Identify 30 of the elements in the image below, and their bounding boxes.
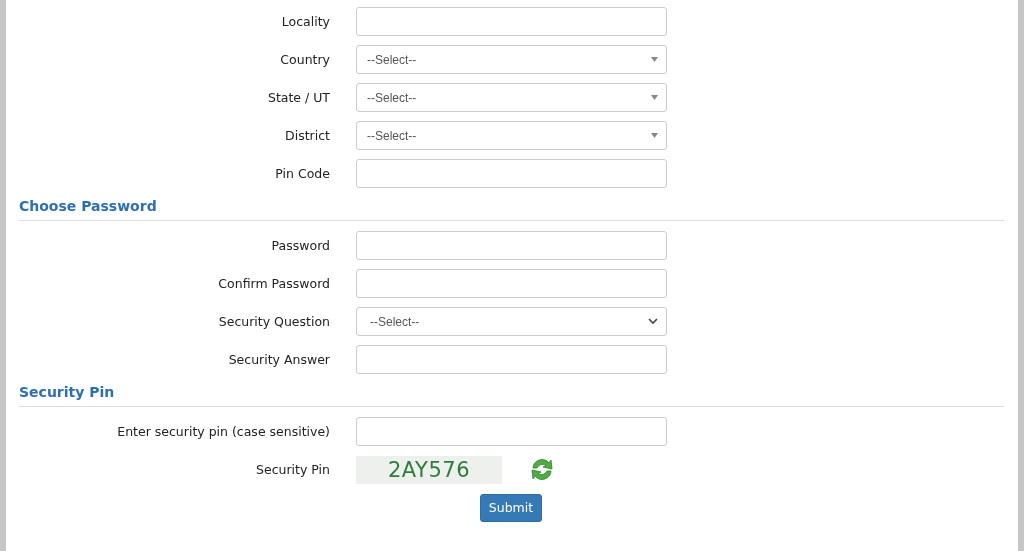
text-field[interactable] (356, 417, 667, 446)
field-label: Security Question (218, 314, 330, 329)
field-label: Password (271, 238, 330, 253)
caret-icon (651, 57, 658, 62)
refresh-icon[interactable] (529, 456, 555, 483)
field-label: State / UT (267, 90, 330, 105)
chevron-icon (648, 318, 658, 325)
caret-icon (651, 133, 658, 138)
field-label: Security Pin (256, 462, 330, 477)
select-field[interactable]: --Select-- (356, 307, 667, 336)
caret-icon (651, 95, 658, 100)
field-label: Pin Code (275, 166, 330, 181)
text-field[interactable] (356, 269, 667, 298)
text-field[interactable] (356, 231, 667, 260)
field-label: Country (280, 52, 330, 67)
field-label: Locality (281, 14, 330, 29)
field-label: Confirm Password (218, 276, 330, 291)
field-label: Enter security pin (case sensitive) (117, 424, 330, 439)
select-field[interactable]: --Select-- (356, 83, 667, 112)
submit-button[interactable]: Submit (480, 493, 542, 522)
select-field[interactable]: --Select-- (356, 121, 667, 150)
text-field[interactable] (356, 345, 667, 374)
select-field[interactable]: --Select-- (356, 45, 667, 74)
section-heading: Choose Password (19, 197, 1004, 221)
text-field[interactable] (356, 7, 667, 36)
field-label: District (285, 128, 330, 143)
field-label: Security Answer (228, 352, 330, 367)
section-heading: Security Pin (19, 383, 1004, 407)
captcha-image: 2AY576 (356, 455, 502, 484)
text-field[interactable] (356, 159, 667, 188)
